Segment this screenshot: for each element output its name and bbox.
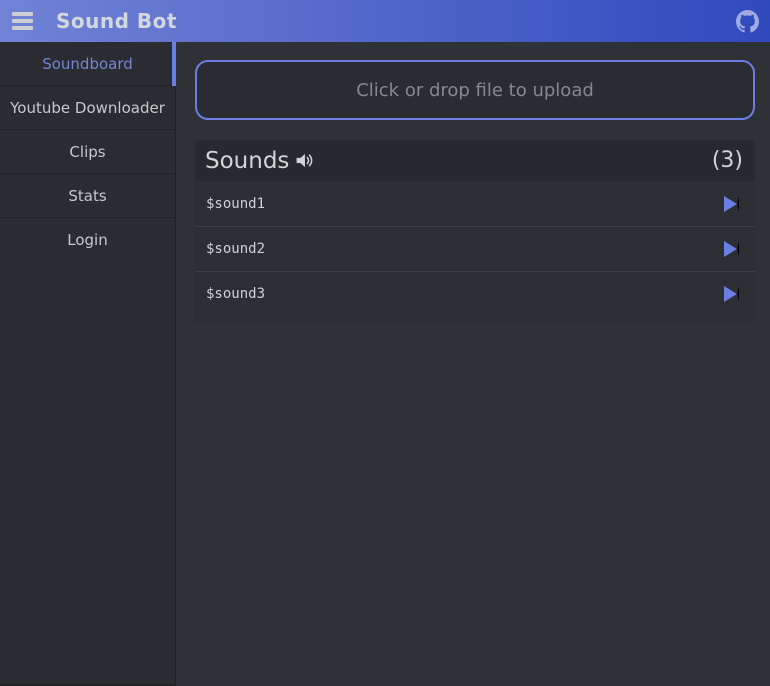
speaker-volume-icon: [294, 150, 315, 171]
sidebar-item-label: Login: [67, 231, 107, 249]
sidebar-item-label: Youtube Downloader: [10, 99, 165, 117]
github-icon[interactable]: [736, 10, 759, 33]
sidebar-item-label: Clips: [69, 143, 105, 161]
sidebar: Soundboard Youtube Downloader Clips Stat…: [0, 42, 176, 686]
app-title: Sound Bot: [56, 9, 177, 33]
sidebar-item-login[interactable]: Login: [0, 218, 175, 262]
content-area: Soundboard Youtube Downloader Clips Stat…: [0, 42, 770, 686]
sidebar-item-youtube-downloader[interactable]: Youtube Downloader: [0, 86, 175, 130]
sound-name: $sound1: [206, 196, 265, 212]
file-upload-dropzone[interactable]: Click or drop file to upload: [195, 60, 755, 120]
sound-list-item: $sound2: [195, 226, 755, 271]
sound-list-item: $sound1: [195, 181, 755, 226]
sidebar-item-label: Soundboard: [42, 55, 133, 73]
sounds-panel-header: Sounds (3): [195, 140, 755, 181]
sound-name: $sound3: [206, 286, 265, 302]
sidebar-item-soundboard[interactable]: Soundboard: [0, 42, 175, 86]
sounds-count-badge: (3): [712, 148, 743, 173]
play-icon[interactable]: [724, 196, 739, 212]
hamburger-menu-icon[interactable]: [0, 0, 44, 42]
hamburger-bar: [12, 26, 33, 30]
hamburger-bar: [12, 12, 33, 16]
dropzone-label: Click or drop file to upload: [356, 80, 594, 101]
app-window: Sound Bot Soundboard Youtube Downloader …: [0, 0, 770, 686]
hamburger-bar: [12, 19, 33, 23]
main-panel: Click or drop file to upload Sounds (3): [176, 42, 770, 686]
play-icon[interactable]: [724, 286, 739, 302]
sidebar-item-clips[interactable]: Clips: [0, 130, 175, 174]
play-icon[interactable]: [724, 241, 739, 257]
sidebar-item-label: Stats: [68, 187, 106, 205]
sound-name: $sound2: [206, 241, 265, 257]
sidebar-item-stats[interactable]: Stats: [0, 174, 175, 218]
sounds-title: Sounds: [205, 148, 289, 174]
app-header: Sound Bot: [0, 0, 770, 42]
sounds-panel: Sounds (3) $sound1 $sound2: [195, 140, 755, 323]
sound-list-item: $sound3: [195, 271, 755, 316]
